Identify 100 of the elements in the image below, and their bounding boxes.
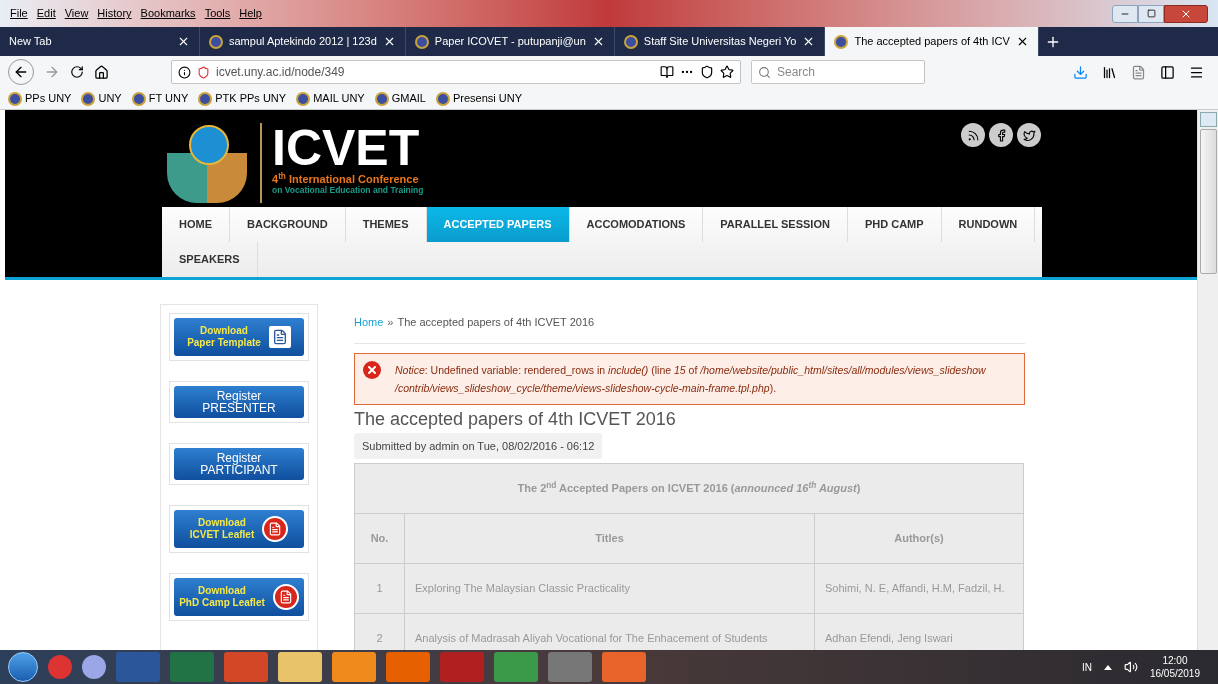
bookmark-link[interactable]: FT UNY xyxy=(148,90,189,107)
page-icon[interactable] xyxy=(1131,64,1146,80)
start-button[interactable] xyxy=(8,652,38,682)
search-field[interactable]: Search xyxy=(751,60,925,84)
bookmark-star-icon[interactable] xyxy=(720,65,734,79)
banner-text: Download xyxy=(198,585,246,597)
menu-item[interactable]: Edit xyxy=(36,5,56,22)
download-icon[interactable] xyxy=(1073,64,1088,80)
facebook-icon[interactable] xyxy=(989,123,1013,147)
maximize-icon xyxy=(1146,9,1156,18)
bookmark-link[interactable]: PPs UNY xyxy=(25,90,72,107)
search-input[interactable]: Search xyxy=(777,63,917,81)
favicon-icon xyxy=(435,91,450,106)
address-field[interactable]: icvet.uny.ac.id/node/349 xyxy=(171,60,741,84)
site-logo-tagline: on Vocational Education and Training xyxy=(272,185,424,196)
tab-title: Paper ICOVET - putupanji@un xyxy=(434,34,586,50)
banner-text: ICVET Leaflet xyxy=(189,529,255,541)
tab-title: New Tab xyxy=(9,34,53,50)
breadcrumb-separator: » xyxy=(387,315,394,330)
notice-text: Notice: Undefined variable: rendered_rows in include() (line 15 of /home/website/public_html/sites/all/modules/views_slideshow /contrib/views_slideshow_cycle/theme/views-slideshow-cycle-main-frame.tpl.php). xyxy=(395,362,987,396)
bookmark-link[interactable]: MAIL UNY xyxy=(313,90,365,107)
rss-icon[interactable] xyxy=(961,123,985,147)
nav-tab[interactable]: THEMES xyxy=(345,207,427,242)
tab-title: The accepted papers of 4th ICV xyxy=(854,34,1010,50)
error-icon xyxy=(363,360,381,379)
favicon-icon xyxy=(198,91,213,106)
submitted-info: Submitted by admin on Tue, 08/02/2016 - 06:12 xyxy=(354,432,603,459)
pdf-icon xyxy=(272,584,299,610)
clock-time[interactable]: 12:00 xyxy=(1162,654,1188,667)
clock-date[interactable]: 16/05/2019 xyxy=(1149,667,1200,680)
bookmark-link[interactable]: Presensi UNY xyxy=(452,90,522,107)
globe-logo-icon xyxy=(164,123,250,203)
favicon-icon xyxy=(623,34,638,49)
menu-item[interactable]: View xyxy=(64,5,89,22)
close-button[interactable] xyxy=(1164,4,1208,23)
favicon-icon xyxy=(834,34,849,49)
reader-view-icon[interactable] xyxy=(660,65,674,79)
library-icon[interactable] xyxy=(1102,64,1117,80)
home-icon[interactable] xyxy=(94,64,109,80)
reload-icon[interactable] xyxy=(70,65,84,79)
volume-icon[interactable] xyxy=(1123,660,1138,674)
column-header: Author(s) xyxy=(814,513,1024,564)
table-caption: The 2$^{nd}$ Accepted Papers on ICVET 2016 (announced 16$^{th}$ August) xyxy=(517,482,861,495)
menu-item[interactable]: History xyxy=(97,5,132,22)
browser-tab[interactable]: The accepted papers of 4th ICV xyxy=(825,27,1039,56)
column-header: Titles xyxy=(404,513,815,564)
favicon-icon xyxy=(209,34,223,49)
banner-text: Register xyxy=(216,390,262,402)
sidebar-banner-button[interactable]: Download Paper Template xyxy=(174,318,304,356)
sidebar-banner-button[interactable]: Register PRESENTER xyxy=(174,386,304,418)
menu-icon[interactable] xyxy=(1189,64,1204,80)
close-tab-icon[interactable] xyxy=(177,35,190,48)
table-cell: Sohimi, N. E, Affandi, H.M, Fadzil, H. xyxy=(814,563,1024,614)
favicon-icon xyxy=(374,91,389,106)
app-icon[interactable] xyxy=(82,655,106,679)
tab-title: sampul Aptekindo 2012 | 123d xyxy=(229,34,377,50)
scrollbar[interactable] xyxy=(1197,110,1218,650)
nav-tab[interactable]: PARALLEL SESSION xyxy=(703,207,848,242)
shield-icon xyxy=(197,65,210,79)
menu-item[interactable]: File xyxy=(10,5,28,22)
sidebar-banner-button[interactable]: Register PARTICIPANT xyxy=(174,448,304,480)
table-cell: 1 xyxy=(354,563,405,614)
pdf-icon xyxy=(262,516,289,542)
menu-item[interactable]: Help xyxy=(239,5,262,22)
banner-text: PARTICIPANT xyxy=(200,464,278,476)
bookmark-link[interactable]: PTK PPs UNY xyxy=(215,90,287,107)
favicon-icon xyxy=(414,34,429,49)
table-cell: Exploring The Malaysian Classic Practicality xyxy=(404,563,815,614)
banner-text: PRESENTER xyxy=(202,402,276,414)
menu-item[interactable]: Tools xyxy=(204,5,231,22)
banner-text: Register xyxy=(216,452,262,464)
twitter-icon[interactable] xyxy=(1017,123,1041,147)
column-header: No. xyxy=(354,513,405,564)
banner-text: Download xyxy=(200,325,248,337)
info-icon xyxy=(178,65,191,79)
site-logo-subtitle: 4$^{th}$ International Conference xyxy=(272,173,420,185)
sidebar-banner-button[interactable]: Download ICVET Leaflet xyxy=(174,510,304,548)
nav-tab[interactable]: ACCOMODATIONS xyxy=(569,207,704,242)
nav-tab[interactable]: SPEAKERS xyxy=(162,242,258,277)
minimize-button[interactable] xyxy=(1112,4,1138,23)
favicon-icon xyxy=(8,91,22,106)
banner-text: Download xyxy=(198,517,246,529)
maximize-button[interactable] xyxy=(1138,4,1164,23)
sidebar-icon[interactable] xyxy=(1160,64,1175,80)
search-icon xyxy=(758,65,771,79)
nav-tab[interactable]: HOME xyxy=(162,207,230,242)
bookmark-link[interactable]: UNY xyxy=(98,90,122,107)
tray-icon[interactable] xyxy=(1103,664,1112,670)
nav-tab[interactable]: PHD CAMP xyxy=(847,207,942,242)
favicon-icon xyxy=(131,91,146,106)
nav-tab[interactable]: BACKGROUND xyxy=(230,207,346,242)
bookmark-link[interactable]: GMAIL xyxy=(391,90,426,107)
site-logo-title: ICVET xyxy=(272,123,421,173)
language-indicator[interactable]: IN xyxy=(1081,659,1092,675)
menu-item[interactable]: Bookmarks xyxy=(140,5,196,22)
sidebar-banner-button[interactable]: Download PhD Camp Leaflet xyxy=(174,578,304,616)
tab-title: Staff Site Universitas Negeri Yo xyxy=(643,34,797,50)
breadcrumb-current: The accepted papers of 4th ICVET 2016 xyxy=(397,315,595,330)
nav-tab[interactable]: RUNDOWN xyxy=(941,207,1036,242)
favicon-icon xyxy=(81,91,96,106)
